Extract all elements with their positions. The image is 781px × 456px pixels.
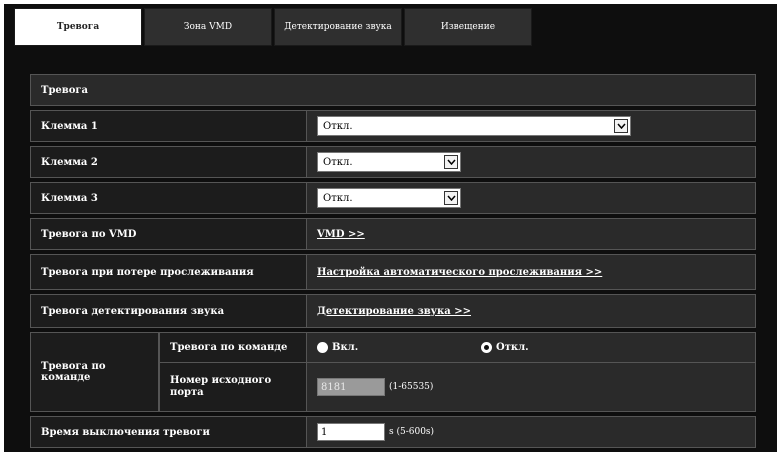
tab-vmd-area[interactable]: Зона VMD [144,8,272,46]
command-label: Тревога по команде [31,333,159,411]
radio-off-label: Откл. [496,342,529,353]
deactivation-input[interactable]: 1 [317,423,385,441]
tab-alarm[interactable]: Тревога [14,8,142,46]
channel2-select[interactable]: Откл. [317,152,461,172]
command-sub-label: Тревога по команде [159,333,307,363]
chevron-down-icon [444,191,458,205]
row-vmd: Тревога по VMD VMD >> [30,218,756,250]
tracking-link[interactable]: Настройка автоматического прослеживания … [317,267,602,278]
settings-frame: Тревога Зона VMD Детектирование звука Из… [4,4,777,452]
channel3-label: Клемма 3 [31,183,307,213]
command-radio-group: Вкл. Откл. [307,333,755,363]
select-value: Откл. [323,192,353,204]
row-command: Тревога по команде Тревога по команде Но… [30,332,756,412]
chevron-down-icon [614,119,628,133]
radio-off[interactable]: Откл. [481,342,529,353]
row-deactivation: Время выключения тревоги 1 s (5-600s) [30,416,756,448]
channel1-select[interactable]: Откл. [317,116,631,136]
channel2-label: Клемма 2 [31,147,307,177]
port-input[interactable]: 8181 [317,378,385,396]
tab-audio-detection[interactable]: Детектирование звука [274,8,402,46]
row-channel3: Клемма 3 Откл. [30,182,756,214]
channel3-select[interactable]: Откл. [317,188,461,208]
tab-label: Зона VMD [183,21,233,32]
tab-label: Извещение [440,21,496,32]
select-value: Откл. [323,120,353,132]
deactivation-label: Время выключения тревоги [31,417,307,447]
tracking-label: Тревога при потере прослеживания [31,255,307,289]
tab-label: Детектирование звука [284,21,392,32]
audio-detection-link[interactable]: Детектирование звука >> [317,306,471,317]
port-hint: (1-65535) [389,382,434,392]
radio-off-dot [481,342,492,353]
channel1-label: Клемма 1 [31,111,307,141]
tab-notification[interactable]: Извещение [404,8,532,46]
vmd-link[interactable]: VMD >> [317,229,365,240]
row-audio: Тревога детектирования звука Детектирова… [30,294,756,328]
tab-label: Тревога [56,21,100,32]
alarm-panel: Тревога Клемма 1 Откл. Клемма 2 Откл. Кл… [30,74,756,452]
chevron-down-icon [444,155,458,169]
select-value: Откл. [323,156,353,168]
row-channel1: Клемма 1 Откл. [30,110,756,142]
deactivation-hint: s (5-600s) [389,427,435,437]
port-field-wrap: 8181 (1-65535) [307,363,755,411]
section-title: Тревога [30,74,756,106]
radio-on-label: Вкл. [332,342,359,353]
vmd-label: Тревога по VMD [31,219,307,249]
row-tracking: Тревога при потере прослеживания Настрой… [30,254,756,290]
audio-label: Тревога детектирования звука [31,295,307,327]
port-sub-label: Номер исходного порта [159,363,307,411]
radio-on-dot [317,342,328,353]
radio-on[interactable]: Вкл. [317,342,477,353]
row-channel2: Клемма 2 Откл. [30,146,756,178]
